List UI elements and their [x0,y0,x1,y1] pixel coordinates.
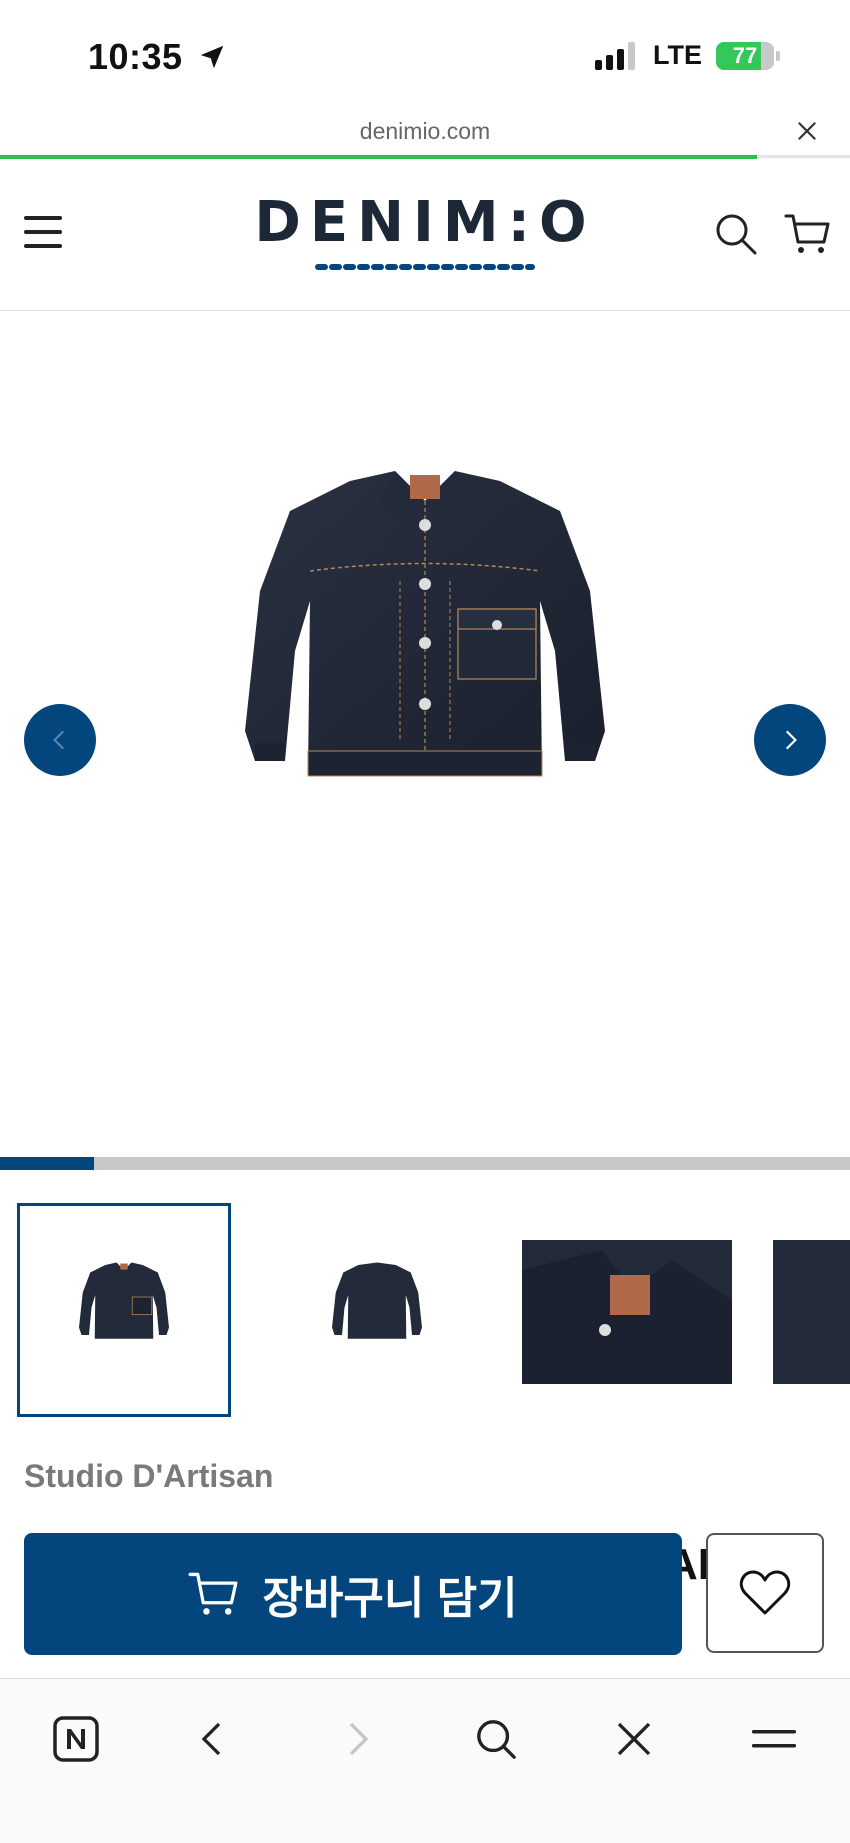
battery-percent: 77 [732,42,758,68]
location-arrow-icon [200,45,224,69]
back-button[interactable] [184,1709,244,1769]
thumbnail-strip[interactable] [0,1203,850,1423]
status-time: 10:35 [88,36,227,78]
cart-icon[interactable] [784,212,830,256]
browser-bottom-bar [0,1678,850,1843]
forward-arrow-icon [349,1722,369,1756]
menu-button[interactable] [744,1709,804,1769]
product-image-carousel[interactable] [0,311,850,1161]
cart-icon [188,1572,238,1615]
jacket-front-thumb-icon [79,1262,169,1339]
back-arrow-icon [201,1722,221,1756]
close-button[interactable] [604,1709,664,1769]
jacket-back-thumb-icon [332,1262,422,1339]
close-icon [617,1722,651,1756]
naver-home-icon [53,1716,99,1762]
logo-stitch-underline [315,264,535,270]
network-type: LTE [653,40,702,70]
search-icon [477,1720,516,1759]
heart-icon [739,1570,791,1615]
signal-bars-icon [595,41,635,70]
naver-home-button[interactable] [46,1709,106,1769]
previous-image-button[interactable] [24,704,96,776]
forward-button[interactable] [326,1709,386,1769]
search-button[interactable] [466,1709,526,1769]
address-bar[interactable]: denimio.com [0,118,850,145]
image-progress-track [0,1157,850,1170]
chevron-left-icon [53,730,65,750]
close-tab-icon[interactable] [794,118,820,144]
thumbnail-back[interactable] [270,1203,484,1417]
chevron-right-icon [785,730,797,750]
search-icon[interactable] [714,212,758,256]
product-brand[interactable]: Studio D'Artisan [24,1458,273,1495]
menu-icon [752,1730,796,1748]
site-header: DENIM:O [0,160,850,311]
wishlist-button[interactable] [706,1533,824,1653]
thumbnail-front[interactable] [17,1203,231,1417]
thumbnail-collar-detail[interactable] [522,1240,732,1384]
time-text: 10:35 [88,36,183,77]
battery-icon: 77 [716,41,774,70]
page-load-progress [0,155,757,159]
thumbnail-cuff-detail[interactable] [773,1240,850,1384]
status-indicators: LTE 77 [595,40,780,71]
next-image-button[interactable] [754,704,826,776]
product-image-jacket [245,471,605,777]
jacket-collar-detail-thumb-icon [522,1250,732,1384]
add-to-cart-label: 장바구니 담기 [262,1574,518,1623]
image-progress-fill [0,1157,94,1170]
add-to-cart-button[interactable]: 장바구니 담기 [24,1533,682,1655]
battery-tip [776,50,780,61]
